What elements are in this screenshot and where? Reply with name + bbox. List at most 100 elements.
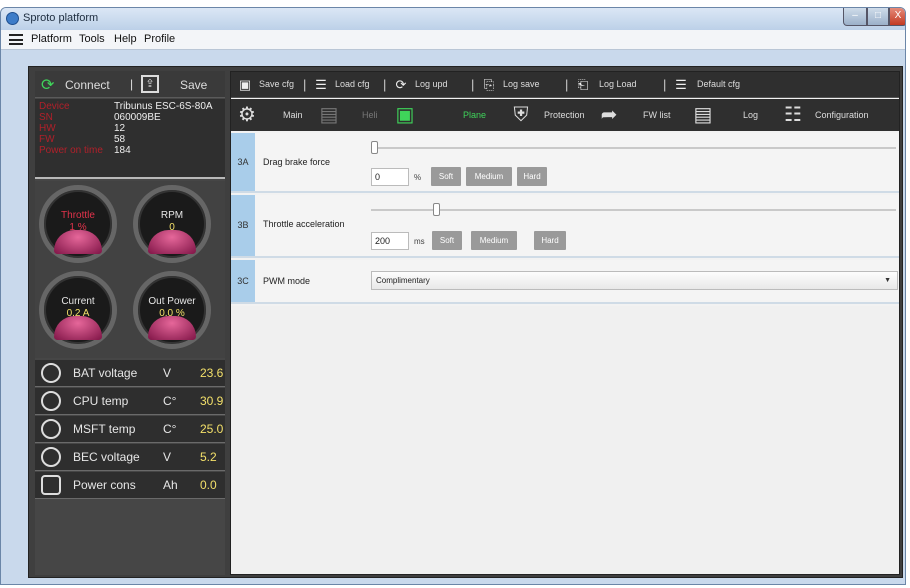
title-bar[interactable]: Sproto platform – □ X [1, 8, 905, 30]
plane-icon[interactable]: ▣ [393, 103, 417, 127]
log-save-icon[interactable]: ⎘ [481, 77, 497, 93]
close-button[interactable]: X [889, 8, 905, 26]
stat-value: 5.2 [200, 450, 217, 464]
shield-icon[interactable]: ⛨ [509, 103, 533, 127]
throttle-accel-slider[interactable] [371, 209, 896, 211]
tab-fw-list[interactable]: FW list [643, 110, 671, 120]
connect-button[interactable]: Connect [65, 78, 110, 92]
stat-name: MSFT temp [73, 422, 136, 436]
menu-platform[interactable]: Platform [31, 33, 72, 45]
log-upd-button[interactable]: Log upd [415, 79, 448, 89]
menu-bar: Platform Tools Help Profile [1, 30, 905, 50]
stat-value: 23.6 [200, 366, 224, 380]
setting-name: PWM mode [263, 276, 311, 286]
log-save-button[interactable]: Log save [503, 79, 540, 89]
stat-unit: V [163, 450, 172, 464]
file-toolbar: ▣ Save cfg | ☰ Load cfg | ⟳ Log upd | ⎘ … [231, 72, 899, 98]
stat-power-consumption: Power cons Ah 0.0 [35, 472, 225, 499]
current-gauge: Current 0.2 A [39, 271, 117, 349]
tab-log[interactable]: Log [743, 110, 758, 120]
gauge-label: RPM [160, 210, 184, 221]
lightning-icon [41, 363, 61, 383]
connect-separator: | [130, 77, 134, 91]
info-value: Tribunus ESC-6S-80A [114, 101, 213, 112]
stat-mosfet-temp: MSFT temp C° 25.0 [35, 416, 225, 443]
drag-brake-input[interactable]: 0 [371, 168, 409, 186]
throttle-accel-input[interactable]: 200 [371, 232, 409, 250]
app-icon [6, 12, 19, 25]
info-row-hw: HW 12 [39, 123, 223, 134]
right-panel: ▣ Save cfg | ☰ Load cfg | ⟳ Log upd | ⎘ … [230, 71, 900, 575]
gear-icon[interactable]: ⚙ [235, 103, 259, 127]
battery-icon [41, 475, 61, 495]
tab-heli[interactable]: Heli [362, 110, 378, 120]
config-sliders-icon[interactable]: ☷ [781, 103, 805, 127]
section-tabs: ⚙ Main ▤ Heli ▣ Plane ⛨ Protection ➦ FW … [231, 99, 899, 131]
hard-button[interactable]: Hard [534, 231, 566, 250]
connect-icon[interactable]: ⟳ [41, 75, 54, 95]
info-key: Device [39, 101, 70, 112]
floppy-icon[interactable]: ▣ [237, 77, 253, 93]
bec-icon [41, 447, 61, 467]
tab-configuration[interactable]: Configuration [815, 110, 869, 120]
load-cfg-button[interactable]: Load cfg [335, 79, 370, 89]
menu-profile[interactable]: Profile [144, 33, 175, 45]
drag-brake-slider-thumb[interactable] [371, 141, 378, 154]
settings-empty-area [231, 306, 899, 574]
clipboard-icon[interactable]: ▤ [691, 103, 715, 127]
tab-protection[interactable]: Protection [544, 110, 585, 120]
menu-help[interactable]: Help [114, 33, 137, 45]
firmware-icon[interactable]: ➦ [597, 103, 621, 127]
stat-unit: C° [163, 422, 177, 436]
mosfet-temp-icon [41, 419, 61, 439]
upload-icon[interactable]: ⇪ [141, 75, 159, 93]
soft-button[interactable]: Soft [431, 167, 461, 186]
tab-plane[interactable]: Plane [463, 110, 486, 120]
setting-throttle-acceleration: 3B Throttle acceleration 200 ms Soft Med… [231, 195, 899, 258]
info-value: 184 [114, 145, 131, 156]
stat-name: CPU temp [73, 394, 129, 408]
gauge-dome [54, 230, 102, 254]
info-key: Power on time [39, 145, 103, 156]
refresh-icon[interactable]: ⟳ [393, 77, 409, 93]
pwm-mode-dropdown[interactable]: Complimentary ▼ [371, 271, 898, 290]
default-cfg-button[interactable]: Default cfg [697, 79, 740, 89]
device-info: Device Tribunus ESC-6S-80A SN 060009BE H… [35, 99, 225, 179]
info-key: HW [39, 123, 56, 134]
connection-bar: ⟳ Connect | ⇪ Save [35, 71, 225, 98]
log-load-button[interactable]: Log Load [599, 79, 637, 89]
stat-bec-voltage: BEC voltage V 5.2 [35, 444, 225, 471]
gauge-dome [148, 230, 196, 254]
gauge-label: Current [61, 296, 95, 307]
save-button[interactable]: Save [180, 78, 207, 92]
tab-main[interactable]: Main [283, 110, 303, 120]
minimize-button[interactable]: – [843, 8, 867, 26]
menu-tools[interactable]: Tools [79, 33, 105, 45]
stat-bat-voltage: BAT voltage V 23.6 [35, 360, 225, 387]
soft-button[interactable]: Soft [432, 231, 462, 250]
throttle-accel-slider-thumb[interactable] [433, 203, 441, 216]
save-cfg-button[interactable]: Save cfg [259, 79, 294, 89]
info-key: FW [39, 134, 55, 145]
gauge-dome [148, 316, 196, 340]
hamburger-menu-icon[interactable] [9, 34, 23, 45]
default-icon[interactable]: ☰ [673, 77, 689, 93]
info-value: 58 [114, 134, 126, 145]
medium-button[interactable]: Medium [471, 231, 517, 250]
log-load-icon[interactable]: ⎗ [575, 77, 591, 93]
toolbar-separator: | [663, 77, 667, 92]
stat-name: BAT voltage [73, 366, 138, 380]
setting-pwm-mode: 3C PWM mode Complimentary ▼ [231, 260, 899, 304]
maximize-button[interactable]: □ [867, 8, 889, 26]
gauge-area: Throttle 1 % RPM 0 Current 0.2 A Out Pow… [35, 181, 225, 358]
heli-icon[interactable]: ▤ [317, 103, 341, 127]
setting-drag-brake: 3A Drag brake force 0 % Soft Medium Hard [231, 133, 899, 193]
sliders-icon[interactable]: ☰ [313, 77, 329, 93]
stat-value: 30.9 [200, 394, 224, 408]
stat-value: 25.0 [200, 422, 224, 436]
medium-button[interactable]: Medium [466, 167, 512, 186]
info-row-sn: SN 060009BE [39, 112, 223, 123]
hard-button[interactable]: Hard [517, 167, 547, 186]
drag-brake-slider[interactable] [371, 147, 896, 149]
rpm-gauge: RPM 0 [133, 185, 211, 263]
